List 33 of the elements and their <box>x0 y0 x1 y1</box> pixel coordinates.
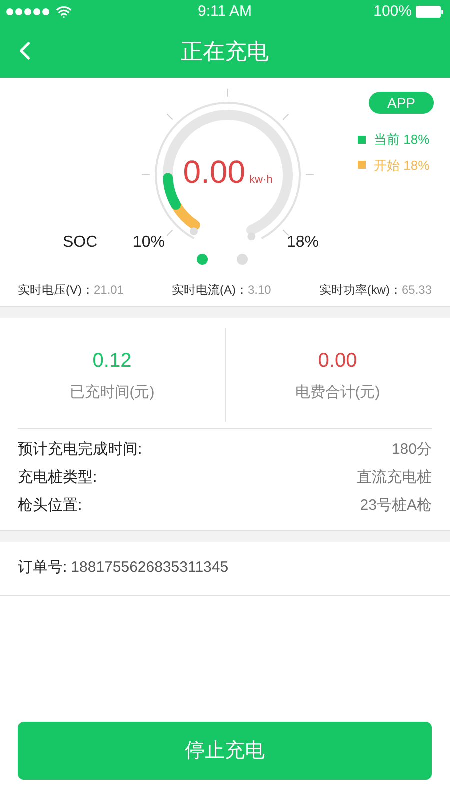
battery-icon <box>416 6 444 18</box>
total-label: 已充时间(元) <box>70 382 155 403</box>
stop-charging-button[interactable]: 停止充电 <box>18 722 432 780</box>
total-value: 0.00 <box>318 348 358 374</box>
legend-label: 开始 18% <box>374 156 430 174</box>
soc-label: SOC <box>63 233 98 253</box>
energy-value: 0.00 <box>183 153 246 192</box>
metric-label: 实时电流(A)： <box>172 282 248 299</box>
detail-value: 180分 <box>392 440 432 460</box>
detail-value: 23号桩A枪 <box>360 496 432 516</box>
metric-label: 实时电压(V)： <box>18 282 94 299</box>
signal-icon <box>6 8 50 16</box>
metric-value: 65.33 <box>402 282 432 299</box>
detail-label: 枪头位置: <box>18 496 82 516</box>
total-label: 电费合计(元) <box>295 382 380 403</box>
detail-label: 充电桩类型: <box>18 468 98 488</box>
app-badge[interactable]: APP <box>369 92 434 114</box>
status-time: 9:11 AM <box>198 2 252 22</box>
metric-value: 3.10 <box>248 282 272 299</box>
detail-value: 直流充电桩 <box>357 468 432 488</box>
wifi-icon <box>56 4 72 20</box>
detail-label: 预计充电完成时间: <box>18 440 142 460</box>
metric-label: 实时功率(kw)： <box>319 282 402 299</box>
order-label: 订单号: <box>18 558 68 578</box>
legend-label: 当前 18% <box>374 131 430 149</box>
order-number: 1881755626835311345 <box>71 558 229 578</box>
start-percent: 10% <box>133 233 166 253</box>
energy-unit: kw·h <box>250 173 273 188</box>
metric-value: 21.01 <box>94 282 124 299</box>
end-percent: 18% <box>287 233 320 253</box>
battery-percent: 100% <box>374 2 412 22</box>
total-value: 0.12 <box>92 348 132 374</box>
page-title: 正在充电 <box>181 38 269 66</box>
